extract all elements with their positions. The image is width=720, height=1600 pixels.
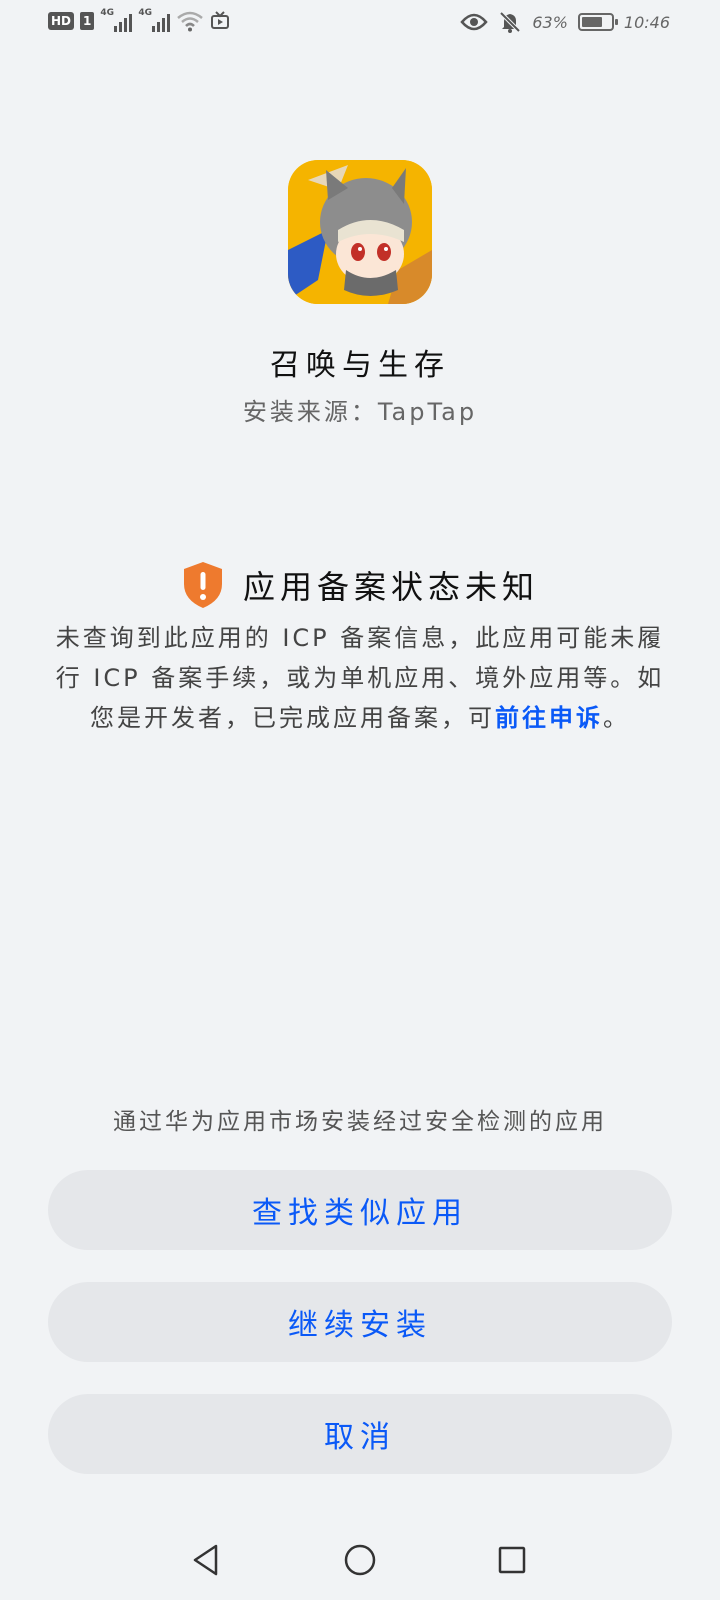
app-name: 召唤与生存 [270, 348, 450, 383]
battery-percent: 63% [532, 12, 568, 32]
sim1-icon: 1 [80, 12, 95, 30]
battery-icon [577, 13, 618, 31]
warning-title: 应用备案状态未知 [242, 568, 539, 606]
shield-warning-icon [183, 562, 222, 608]
home-button[interactable] [330, 1530, 390, 1590]
warning-body-end: 。 [603, 704, 630, 732]
tv-icon [211, 11, 230, 29]
security-hint: 通过华为应用市场安装经过安全检测的应用 [113, 1109, 607, 1135]
find-similar-apps-button[interactable]: 查找类似应用 [48, 1170, 672, 1250]
status-right: 63% 10:46 [460, 10, 670, 34]
signal-icon: 4G [138, 8, 171, 32]
status-left: HD 1 4G 4G [48, 8, 230, 32]
network-type-label: 4G [138, 8, 153, 18]
cancel-button[interactable]: 取消 [48, 1394, 672, 1474]
recents-icon [498, 1546, 526, 1574]
status-time: 10:46 [623, 12, 670, 32]
recents-button[interactable] [482, 1530, 542, 1590]
navigation-bar [0, 1530, 720, 1600]
signal-icon: 4G [100, 8, 133, 32]
network-type-label: 4G [100, 8, 115, 18]
wifi-icon [177, 11, 204, 32]
warning-header: 应用备案状态未知 [0, 560, 720, 610]
hd-icon: HD [48, 12, 75, 30]
back-button[interactable] [176, 1530, 236, 1590]
warning-message: 未查询到此应用的 ICP 备案信息，此应用可能未履行 ICP 备案手续，或为单机… [52, 618, 668, 738]
back-icon [193, 1544, 218, 1576]
eye-icon [460, 13, 488, 31]
home-icon [344, 1544, 376, 1576]
install-source: 安装来源：TapTap [242, 398, 478, 426]
continue-install-button[interactable]: 继续安装 [48, 1282, 672, 1362]
app-icon [288, 160, 432, 304]
appeal-link[interactable]: 前往申诉 [495, 704, 603, 732]
mute-bell-icon [499, 11, 521, 33]
status-bar: HD 1 4G 4G 63% 10:46 [0, 0, 720, 48]
